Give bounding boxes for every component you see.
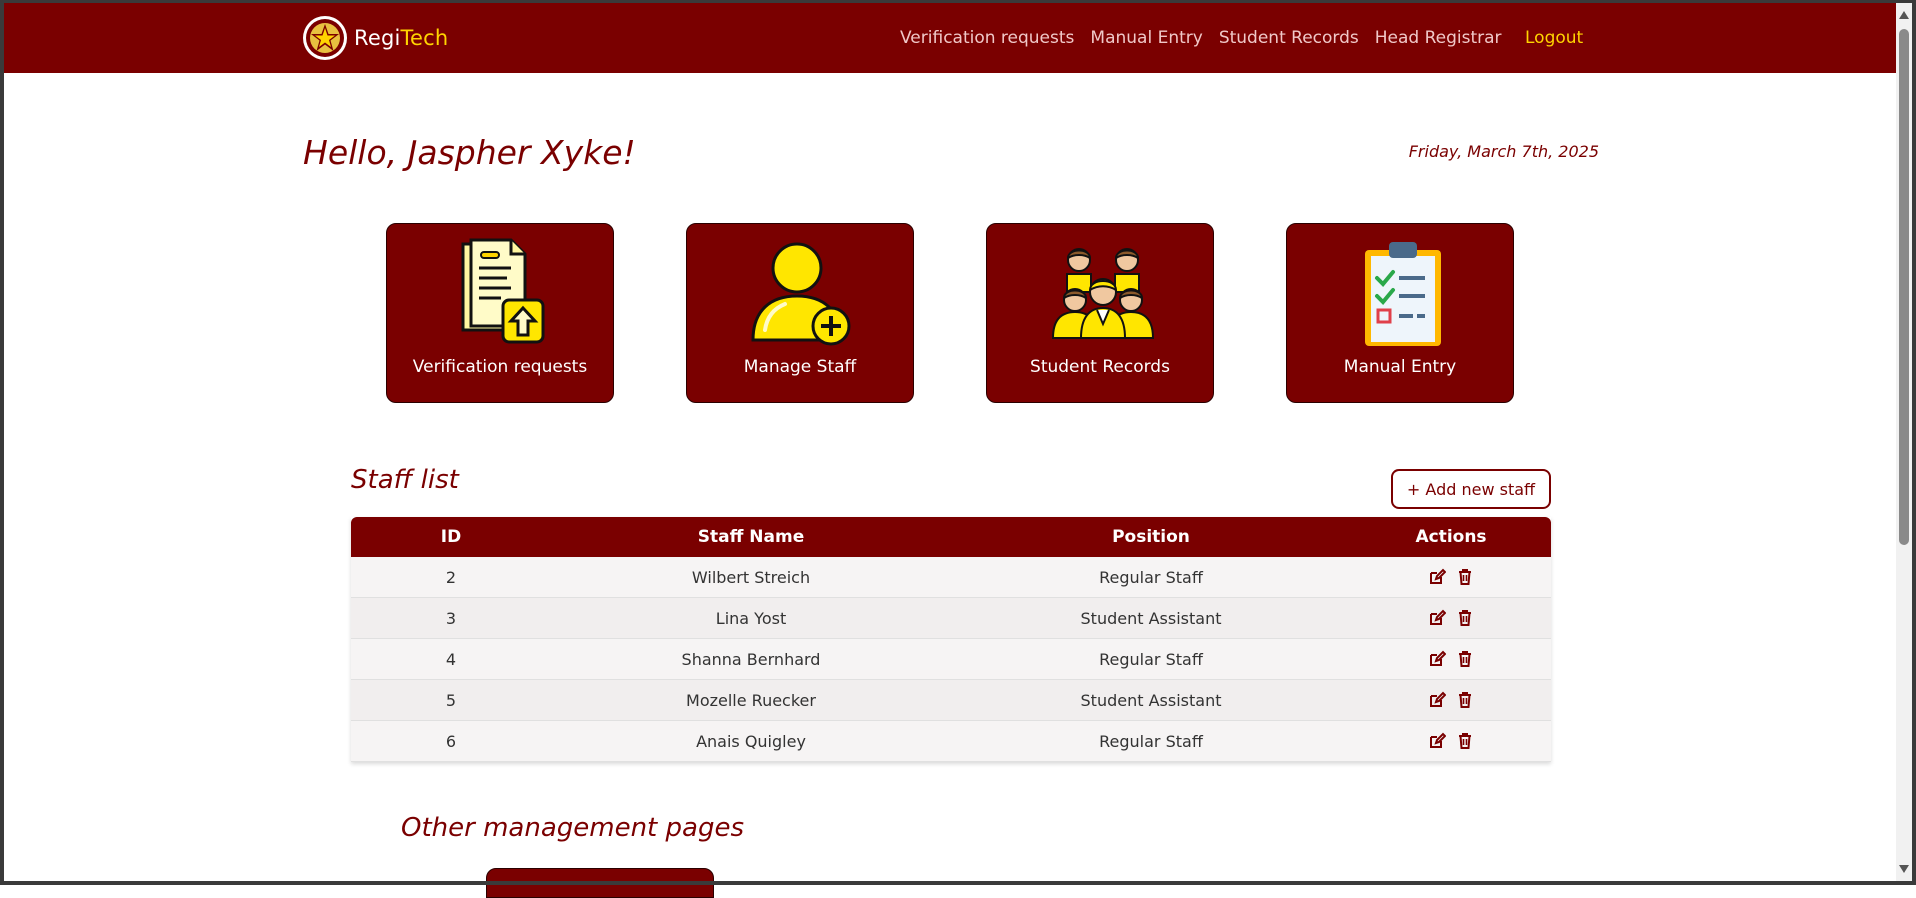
edit-icon[interactable]	[1428, 732, 1447, 750]
nav-manual-entry[interactable]: Manual Entry	[1090, 28, 1202, 48]
table-row: 3 Lina Yost Student Assistant	[351, 598, 1551, 639]
edit-icon[interactable]	[1428, 691, 1447, 709]
table-header: ID Staff Name Position Actions	[351, 517, 1551, 557]
staff-table: ID Staff Name Position Actions 2 Wilbert …	[351, 517, 1551, 762]
nav-student-records[interactable]: Student Records	[1219, 28, 1359, 48]
logout-link[interactable]: Logout	[1525, 28, 1583, 48]
greeting-title: Hello, Jaspher Xyke!	[303, 133, 636, 172]
document-upload-icon	[461, 238, 545, 344]
table-row: 6 Anais Quigley Regular Staff	[351, 721, 1551, 762]
add-new-staff-button[interactable]: + Add new staff	[1391, 469, 1551, 509]
scrollbar[interactable]	[1896, 3, 1912, 881]
nav-head-registrar[interactable]: Head Registrar	[1375, 28, 1502, 48]
edit-icon[interactable]	[1428, 650, 1447, 668]
add-user-icon	[751, 242, 851, 346]
table-row: 5 Mozelle Ruecker Student Assistant	[351, 680, 1551, 721]
current-date: Friday, March 7th, 2025	[1408, 142, 1599, 161]
card-verification-requests[interactable]: Verification requests	[386, 223, 614, 403]
cell-staff-name: Mozelle Ruecker	[686, 690, 816, 710]
cell-id: 5	[445, 690, 457, 710]
trash-icon[interactable]	[1456, 732, 1474, 750]
nav-verification-requests[interactable]: Verification requests	[900, 28, 1074, 48]
table-row: 2 Wilbert Streich Regular Staff	[351, 557, 1551, 598]
star-seal-icon	[303, 16, 347, 60]
navbar: RegiTech Verification requests Manual En…	[4, 3, 1898, 73]
cell-position: Regular Staff	[1099, 649, 1203, 669]
card-label: Student Records	[1030, 357, 1170, 377]
cell-actions	[1351, 609, 1551, 627]
scroll-down-icon[interactable]	[1899, 865, 1909, 873]
trash-icon[interactable]	[1456, 650, 1474, 668]
card-manage-staff[interactable]: Manage Staff	[686, 223, 914, 403]
brand-name: RegiTech	[354, 26, 449, 50]
card-student-records[interactable]: Student Records	[986, 223, 1214, 403]
cell-actions	[1351, 691, 1551, 709]
column-header-staff-name: Staff Name	[697, 527, 805, 547]
brand-logo[interactable]: RegiTech	[302, 15, 448, 61]
other-management-title: Other management pages	[401, 813, 745, 843]
card-manual-entry[interactable]: Manual Entry	[1286, 223, 1514, 403]
cell-position: Regular Staff	[1099, 731, 1203, 751]
staff-list-title: Staff list	[351, 465, 459, 495]
edit-icon[interactable]	[1428, 609, 1447, 627]
cell-staff-name: Lina Yost	[715, 608, 787, 628]
cell-position: Student Assistant	[1080, 608, 1222, 628]
cell-position: Student Assistant	[1080, 690, 1222, 710]
cell-actions	[1351, 650, 1551, 668]
nav-links: Verification requests Manual Entry Stude…	[900, 28, 1518, 48]
scroll-thumb[interactable]	[1899, 29, 1909, 545]
column-header-id: ID	[440, 527, 462, 547]
scroll-up-icon[interactable]	[1899, 11, 1909, 19]
cell-staff-name: Anais Quigley	[696, 731, 806, 751]
card-label: Manual Entry	[1343, 357, 1457, 377]
cell-id: 3	[445, 608, 457, 628]
cell-actions	[1351, 732, 1551, 750]
students-group-icon	[1051, 248, 1155, 339]
table-row: 4 Shanna Bernhard Regular Staff	[351, 639, 1551, 680]
cell-actions	[1351, 568, 1551, 586]
management-card[interactable]	[486, 868, 714, 898]
column-header-position: Position	[1112, 527, 1190, 547]
column-header-actions: Actions	[1415, 527, 1487, 547]
trash-icon[interactable]	[1456, 568, 1474, 586]
card-label: Verification requests	[412, 357, 588, 377]
clipboard-checklist-icon	[1365, 242, 1441, 346]
cell-id: 4	[445, 649, 457, 669]
cell-id: 2	[445, 567, 457, 587]
cell-staff-name: Wilbert Streich	[691, 567, 811, 587]
trash-icon[interactable]	[1456, 691, 1474, 709]
table-body: 2 Wilbert Streich Regular Staff 3 Lina Yost S…	[351, 557, 1551, 762]
cell-position: Regular Staff	[1099, 567, 1203, 587]
card-label: Manage Staff	[743, 357, 857, 377]
edit-icon[interactable]	[1428, 568, 1447, 586]
cell-id: 6	[445, 731, 457, 751]
cell-staff-name: Shanna Bernhard	[681, 649, 821, 669]
trash-icon[interactable]	[1456, 609, 1474, 627]
